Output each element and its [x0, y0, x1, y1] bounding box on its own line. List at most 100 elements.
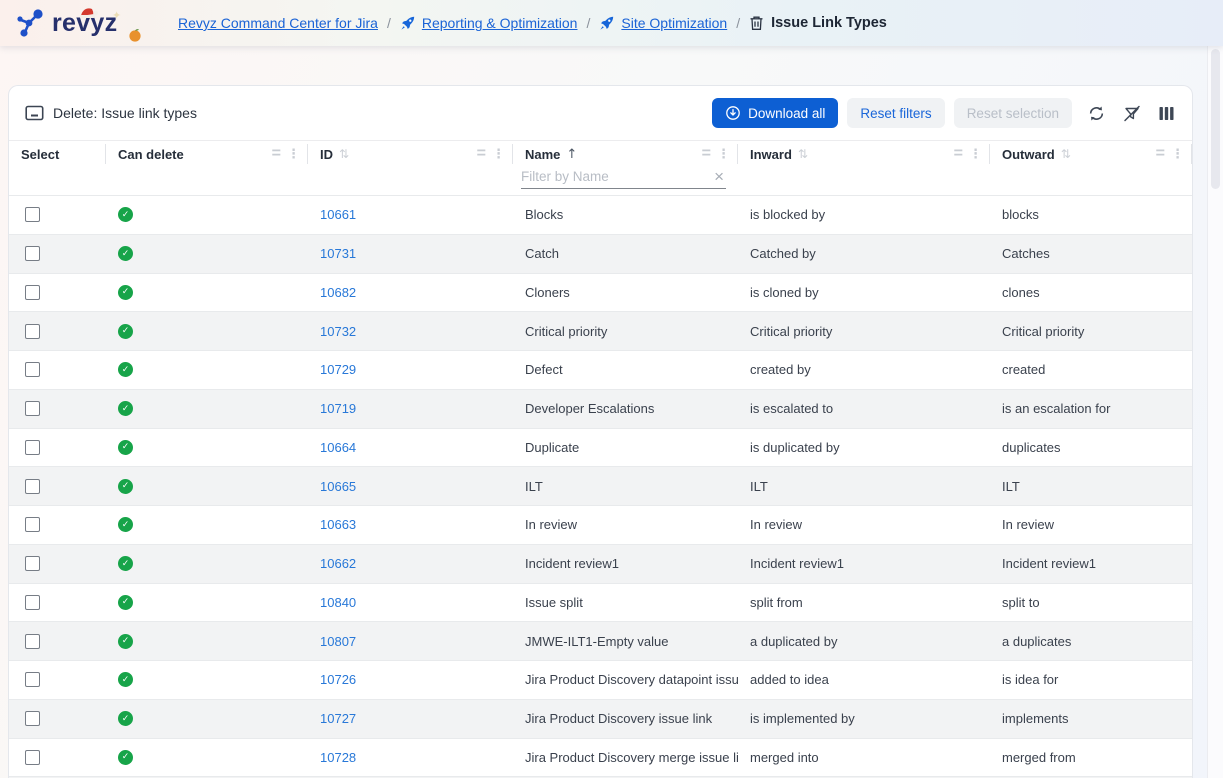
outward-cell: Critical priority	[990, 312, 1192, 350]
row-select-checkbox[interactable]	[25, 750, 40, 765]
issue-link-type-id-link[interactable]: 10731	[320, 246, 356, 261]
issue-link-type-id-link[interactable]: 10719	[320, 401, 356, 416]
name-cell: Jira Product Discovery issue link	[513, 700, 738, 738]
table-row: ✓ 10661 Blocksis blocked byblocks	[9, 195, 1192, 234]
outward-cell: duplicates	[990, 429, 1192, 467]
can-delete-check-icon: ✓	[118, 556, 133, 571]
top-navbar: revyz ✦ Revyz Command Center for Jira / …	[0, 0, 1223, 46]
column-settings-button[interactable]	[1157, 104, 1176, 123]
download-all-button[interactable]: Download all	[712, 98, 838, 128]
breadcrumb-link-site-optimization[interactable]: Site Optimization	[599, 15, 727, 31]
inward-cell: split from	[738, 584, 990, 622]
can-delete-check-icon: ✓	[118, 207, 133, 222]
columns-icon	[1159, 106, 1174, 121]
issue-link-type-id-link[interactable]: 10728	[320, 750, 356, 765]
row-select-checkbox[interactable]	[25, 634, 40, 649]
table-row: ✓10662Incident review1Incident review1In…	[9, 544, 1192, 583]
issue-link-type-id-link[interactable]: 10661	[320, 207, 356, 222]
column-header-can-delete[interactable]: Can delete = ⋮	[106, 141, 308, 167]
row-select-checkbox[interactable]	[25, 207, 40, 222]
issue-link-type-id-link[interactable]: 10729	[320, 362, 356, 377]
outward-cell: blocks	[990, 196, 1192, 234]
table-row: ✓10840Issue splitsplit fromsplit to	[9, 583, 1192, 622]
reset-filters-button[interactable]: Reset filters	[847, 98, 944, 128]
name-cell: Catch	[513, 235, 738, 273]
outward-cell: In review	[990, 506, 1192, 544]
row-select-checkbox[interactable]	[25, 246, 40, 261]
sort-icon[interactable]: ⇅	[798, 147, 808, 161]
table-row: ✓10663In reviewIn reviewIn review	[9, 505, 1192, 544]
issue-link-type-id-link[interactable]: 10807	[320, 634, 356, 649]
can-delete-check-icon: ✓	[118, 672, 133, 687]
outward-cell: clones	[990, 274, 1192, 312]
inward-cell: is duplicated by	[738, 429, 990, 467]
column-menu-icon[interactable]: =	[272, 146, 281, 162]
issue-link-type-id-link[interactable]: 10664	[320, 440, 356, 455]
inward-cell: Critical priority	[738, 312, 990, 350]
name-cell: Issue split	[513, 584, 738, 622]
can-delete-check-icon: ✓	[118, 750, 133, 765]
sort-ascending-icon[interactable]: ↑	[566, 147, 577, 162]
name-cell: Jira Product Discovery merge issue link	[513, 739, 738, 777]
rocket-icon	[599, 15, 615, 31]
can-delete-cell: ✓	[106, 506, 308, 544]
row-select-checkbox[interactable]	[25, 401, 40, 416]
issue-link-type-id-link[interactable]: 10682	[320, 285, 356, 300]
column-menu-icon[interactable]: =	[702, 146, 711, 162]
clear-filter-icon[interactable]: ×	[708, 168, 726, 188]
molecule-logo-icon	[16, 7, 46, 39]
row-select-checkbox[interactable]	[25, 479, 40, 494]
inward-cell: is blocked by	[738, 196, 990, 234]
row-select-checkbox[interactable]	[25, 711, 40, 726]
row-select-checkbox[interactable]	[25, 556, 40, 571]
column-menu-icon[interactable]: =	[1156, 146, 1165, 162]
column-header-id[interactable]: ID ⇅ = ⋮	[308, 141, 513, 167]
column-menu-icon[interactable]: =	[954, 146, 963, 162]
name-filter: ×	[521, 167, 726, 189]
reset-selection-button[interactable]: Reset selection	[954, 98, 1072, 128]
inward-cell: ILT	[738, 467, 990, 505]
column-options-icon[interactable]: ⋮	[492, 148, 505, 161]
sort-icon[interactable]: ⇅	[339, 147, 349, 161]
breadcrumb-link-reporting-optimization[interactable]: Reporting & Optimization	[400, 15, 578, 31]
issue-link-type-id-link[interactable]: 10840	[320, 595, 356, 610]
column-header-name[interactable]: Name ↑ = ⋮	[513, 141, 738, 167]
column-options-icon[interactable]: ⋮	[1171, 148, 1184, 161]
can-delete-cell: ✓	[106, 622, 308, 660]
breadcrumb-link-command-center[interactable]: Revyz Command Center for Jira	[178, 15, 378, 31]
page-scrollbar[interactable]	[1207, 46, 1223, 778]
issue-link-type-id-link[interactable]: 10732	[320, 324, 356, 339]
page-scrollbar-thumb[interactable]	[1211, 49, 1220, 189]
column-options-icon[interactable]: ⋮	[717, 148, 730, 161]
issue-link-type-id-link[interactable]: 10665	[320, 479, 356, 494]
issue-link-type-id-link[interactable]: 10663	[320, 517, 356, 532]
refresh-button[interactable]	[1086, 103, 1107, 124]
can-delete-cell: ✓	[106, 584, 308, 622]
name-filter-input[interactable]	[521, 167, 708, 188]
sort-icon[interactable]: ⇅	[1061, 147, 1071, 161]
clear-filters-button[interactable]	[1121, 103, 1143, 124]
inward-cell: a duplicated by	[738, 622, 990, 660]
row-select-checkbox[interactable]	[25, 595, 40, 610]
row-select-checkbox[interactable]	[25, 324, 40, 339]
row-select-checkbox[interactable]	[25, 362, 40, 377]
outward-cell: a duplicates	[990, 622, 1192, 660]
issue-link-type-id-link[interactable]: 10727	[320, 711, 356, 726]
outward-cell: is an escalation for	[990, 390, 1192, 428]
row-select-checkbox[interactable]	[25, 440, 40, 455]
row-select-checkbox[interactable]	[25, 285, 40, 300]
issue-link-type-id-link[interactable]: 10726	[320, 672, 356, 687]
row-select-checkbox[interactable]	[25, 517, 40, 532]
santa-hat-icon	[78, 6, 100, 20]
refresh-icon	[1088, 105, 1105, 122]
column-options-icon[interactable]: ⋮	[969, 148, 982, 161]
column-header-inward[interactable]: Inward ⇅ = ⋮	[738, 141, 990, 167]
row-select-checkbox[interactable]	[25, 672, 40, 687]
column-options-icon[interactable]: ⋮	[287, 148, 300, 161]
column-header-outward[interactable]: Outward ⇅ = ⋮	[990, 141, 1192, 167]
name-cell: Cloners	[513, 274, 738, 312]
issue-link-type-id-link[interactable]: 10662	[320, 556, 356, 571]
name-cell: Blocks	[513, 196, 738, 234]
column-menu-icon[interactable]: =	[477, 146, 486, 162]
name-cell: JMWE-ILT1-Empty value	[513, 622, 738, 660]
